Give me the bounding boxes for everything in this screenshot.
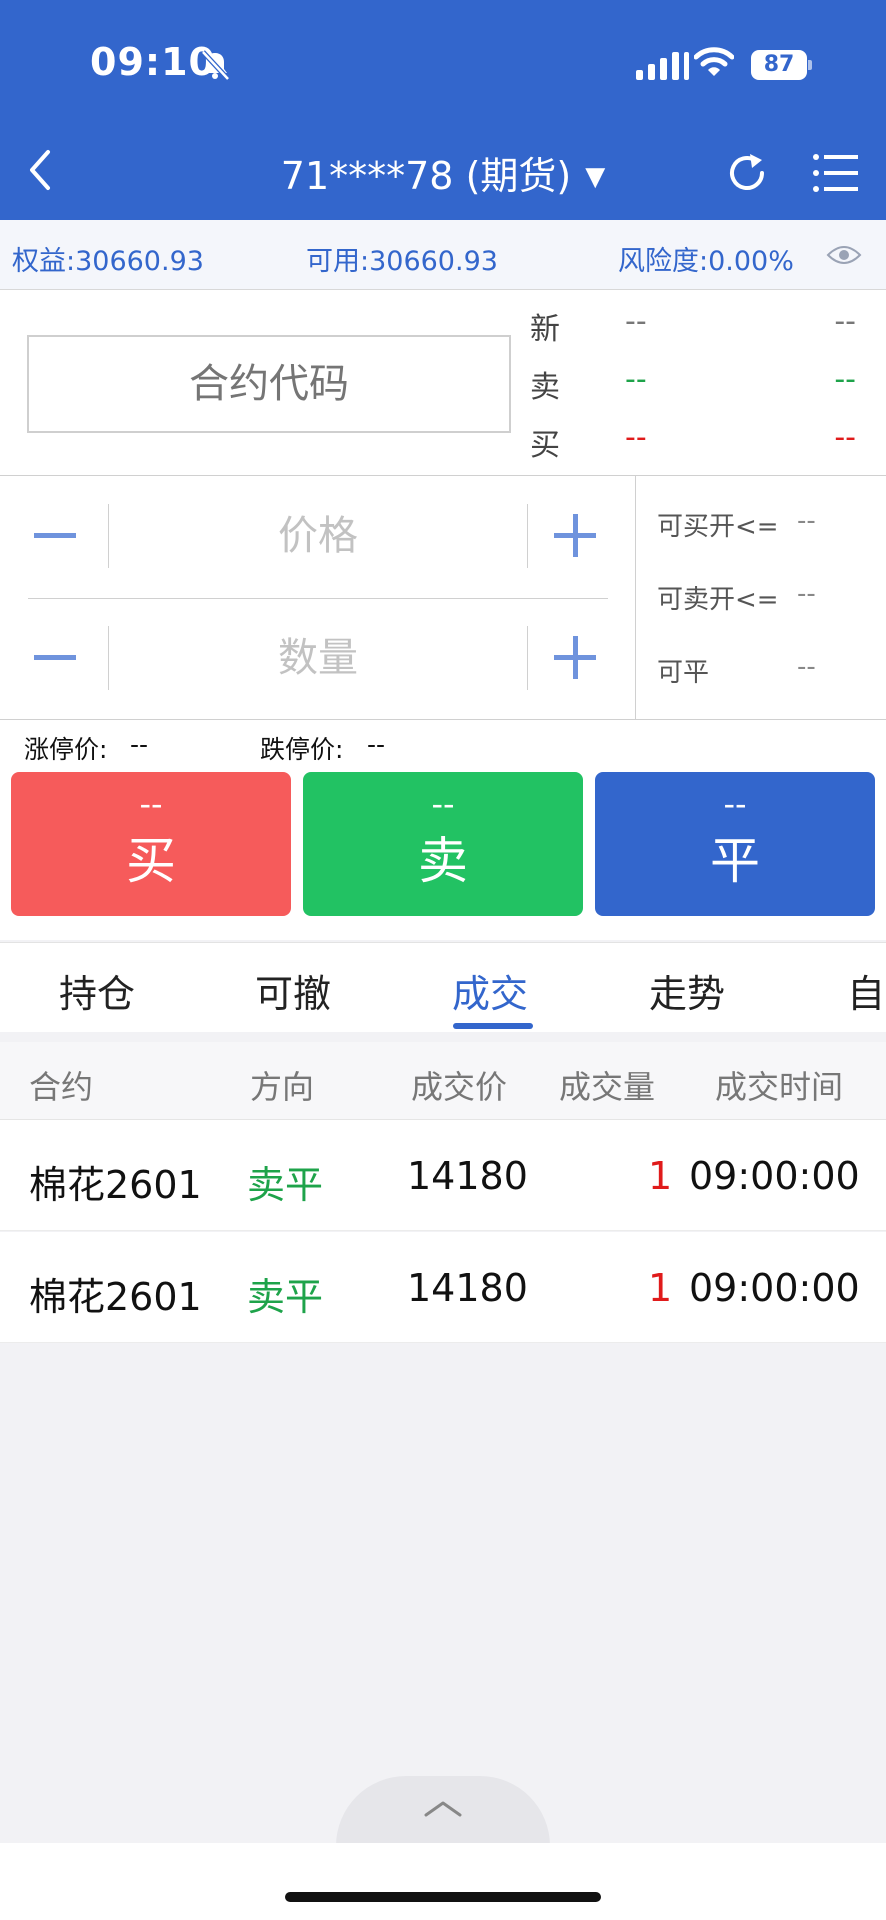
price-minus-icon[interactable] xyxy=(28,476,108,596)
limit-buy-open: 可买开<= -- xyxy=(657,506,886,543)
limit-up-label: 涨停价: xyxy=(24,735,108,764)
refresh-icon[interactable] xyxy=(724,150,770,196)
battery-tip xyxy=(808,60,812,70)
active-tab-indicator xyxy=(453,1023,533,1029)
column-header: 成交价 xyxy=(411,1068,508,1106)
close-price: -- xyxy=(723,785,747,823)
eye-icon[interactable] xyxy=(826,242,862,268)
limit-sell-open: 可卖开<= -- xyxy=(657,579,886,616)
close-position-button[interactable]: -- 平 xyxy=(595,772,875,916)
limit-label: 可平 xyxy=(657,658,710,688)
limit-value: -- xyxy=(797,506,816,536)
table-header: 合约 方向 成交价 成交量 成交时间 xyxy=(0,1042,886,1120)
tab-cancellable[interactable]: 可撤 xyxy=(255,963,331,1018)
caret-down-icon: ▼ xyxy=(585,162,606,192)
cell-contract: 棉花2601 xyxy=(29,1163,202,1207)
limit-value: -- xyxy=(797,579,816,609)
order-limits: 可买开<= -- 可卖开<= -- 可平 -- xyxy=(657,476,886,720)
table-row[interactable]: 棉花2601 卖平 14180 1 09:00:00 xyxy=(0,1120,886,1231)
quote-value-b: -- xyxy=(834,304,856,339)
column-header: 方向 xyxy=(250,1068,315,1106)
quote-label: 新 xyxy=(530,312,560,347)
header: 09:10 87 71****78 (期货) ▼ xyxy=(0,0,886,220)
quote-value-b: -- xyxy=(834,362,856,397)
signal-icon xyxy=(636,48,689,80)
limit-close: 可平 -- xyxy=(657,652,886,689)
cell-direction: 卖平 xyxy=(247,1163,324,1207)
limit-label: 可买开<= xyxy=(657,512,779,542)
wifi-icon xyxy=(694,47,734,76)
risk-value: 风险度:0.00% xyxy=(618,246,794,277)
quote-value-b: -- xyxy=(834,420,856,455)
sell-price: -- xyxy=(431,785,455,823)
divider xyxy=(108,504,109,568)
price-bands: 涨停价: -- 跌停价: -- xyxy=(0,720,886,770)
cell-direction: 卖平 xyxy=(247,1275,324,1319)
bell-off-icon xyxy=(201,50,230,81)
quantity-plus-icon[interactable] xyxy=(528,598,608,718)
cell-contract: 棉花2601 xyxy=(29,1275,202,1319)
cell-volume: 1 xyxy=(648,1154,673,1198)
quote-label: 卖 xyxy=(530,370,560,405)
close-label: 平 xyxy=(710,832,760,890)
sell-button[interactable]: -- 卖 xyxy=(303,772,583,916)
quote-value-a: -- xyxy=(625,420,647,455)
quote-label: 买 xyxy=(530,428,560,463)
page-title: 71****78 (期货) xyxy=(280,154,572,198)
quantity-input[interactable]: 数量 xyxy=(118,598,518,718)
cell-volume: 1 xyxy=(648,1266,673,1310)
buy-button[interactable]: -- 买 xyxy=(11,772,291,916)
account-summary: 权益:30660.93 可用:30660.93 风险度:0.00% xyxy=(0,220,886,290)
quantity-minus-icon[interactable] xyxy=(28,598,108,718)
quote-row-bid: 买 -- -- xyxy=(530,420,886,470)
available-value: 可用:30660.93 xyxy=(306,246,498,277)
limit-label: 可卖开<= xyxy=(657,585,779,615)
order-panel: 价格 数量 可买开<= -- 可卖开<= -- 可平 -- xyxy=(0,476,886,720)
chevron-up-icon xyxy=(424,1801,462,1817)
cell-price: 14180 xyxy=(407,1154,528,1198)
menu-icon[interactable] xyxy=(812,152,860,194)
cell-time: 09:00:00 xyxy=(689,1266,860,1310)
quote-value-a: -- xyxy=(625,362,647,397)
buy-price: -- xyxy=(139,785,163,823)
order-steppers: 价格 数量 xyxy=(0,476,636,720)
price-stepper: 价格 xyxy=(28,476,608,596)
column-header: 合约 xyxy=(29,1068,94,1106)
quote-row-latest: 新 -- -- xyxy=(530,304,886,354)
equity-value: 权益:30660.93 xyxy=(12,246,204,277)
contract-panel: 新 -- -- 卖 -- -- 买 -- -- xyxy=(0,290,886,476)
action-buttons: -- 买 -- 卖 -- 平 xyxy=(0,770,886,940)
quote-value-a: -- xyxy=(625,304,647,339)
limit-up-value: -- xyxy=(130,730,149,759)
tab-positions[interactable]: 持仓 xyxy=(59,963,135,1018)
tab-bar: 持仓 可撤 成交 走势 自 xyxy=(0,942,886,1032)
tab-custom[interactable]: 自 xyxy=(847,963,885,1018)
contract-code-input[interactable] xyxy=(27,335,511,433)
sell-label: 卖 xyxy=(418,832,468,890)
limit-down-value: -- xyxy=(367,730,386,759)
table-row[interactable]: 棉花2601 卖平 14180 1 09:00:00 xyxy=(0,1232,886,1343)
battery-icon: 87 xyxy=(751,50,807,80)
bottom-safe-area xyxy=(0,1843,886,1920)
price-input[interactable]: 价格 xyxy=(118,476,518,596)
cell-time: 09:00:00 xyxy=(689,1154,860,1198)
limit-down-label: 跌停价: xyxy=(260,735,344,764)
quantity-stepper: 数量 xyxy=(28,598,608,718)
column-header: 成交时间 xyxy=(715,1068,844,1106)
buy-label: 买 xyxy=(126,832,176,890)
cell-price: 14180 xyxy=(407,1266,528,1310)
price-plus-icon[interactable] xyxy=(528,476,608,596)
column-header: 成交量 xyxy=(559,1068,656,1106)
home-indicator xyxy=(285,1892,601,1902)
quote-row-ask: 卖 -- -- xyxy=(530,362,886,412)
tab-trend[interactable]: 走势 xyxy=(649,963,725,1018)
tab-trades[interactable]: 成交 xyxy=(452,963,528,1018)
divider xyxy=(108,626,109,690)
limit-value: -- xyxy=(797,652,816,682)
